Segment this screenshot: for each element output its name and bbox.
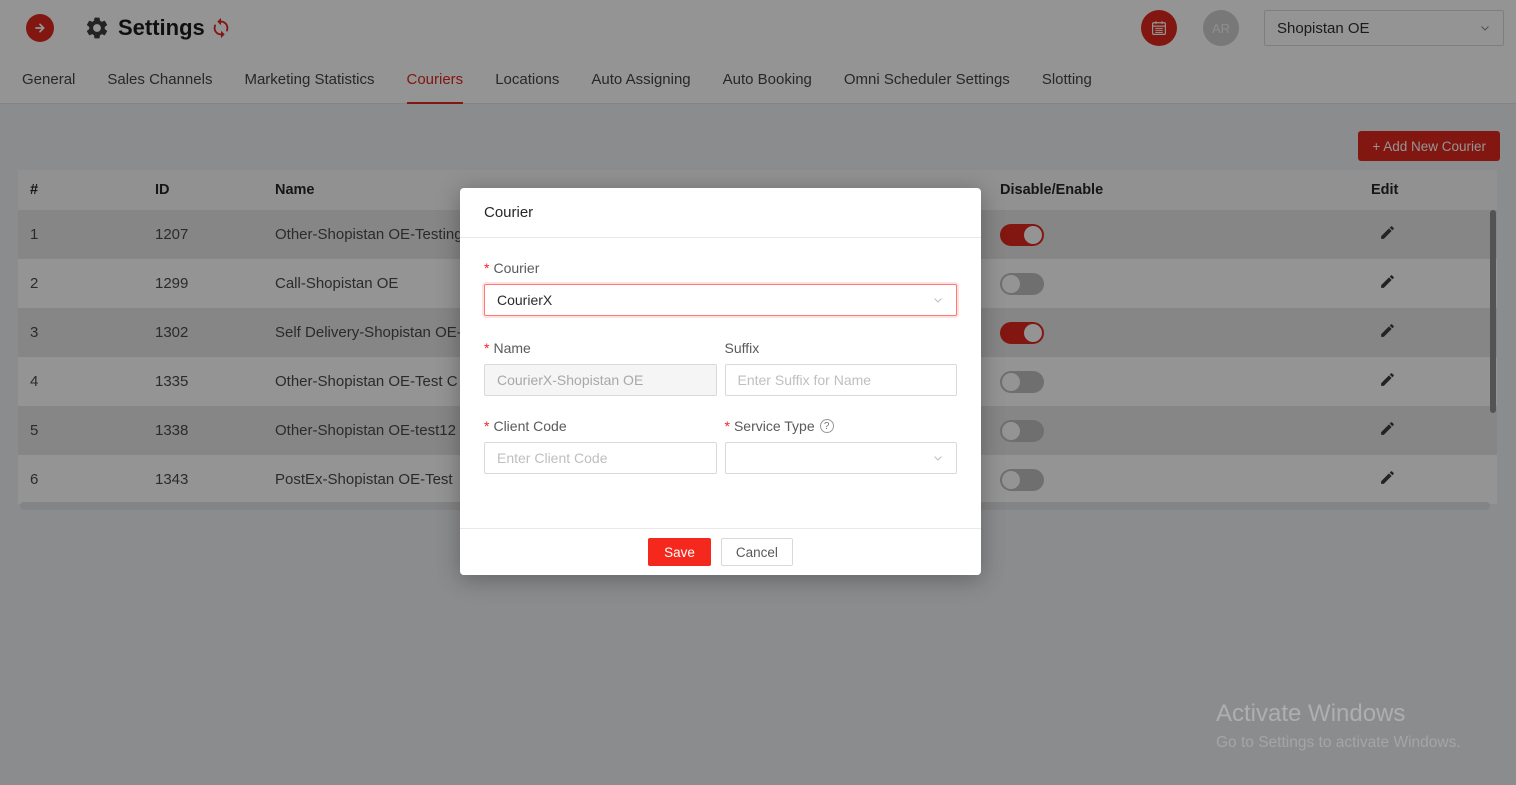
name-input[interactable] xyxy=(484,364,717,396)
service-type-field-label: Service Type xyxy=(725,418,958,434)
courier-field-label: Courier xyxy=(484,260,957,276)
cancel-button[interactable]: Cancel xyxy=(721,538,793,566)
required-asterisk xyxy=(484,260,489,276)
required-asterisk xyxy=(484,418,489,434)
save-button[interactable]: Save xyxy=(648,538,711,566)
suffix-field-label: Suffix xyxy=(725,340,958,356)
service-type-select[interactable] xyxy=(725,442,958,474)
chevron-down-icon xyxy=(932,452,944,464)
name-field-label: Name xyxy=(484,340,717,356)
chevron-down-icon xyxy=(932,294,944,306)
question-circle-icon[interactable] xyxy=(820,419,834,433)
modal-body: Courier CourierX Name Suffix xyxy=(460,238,981,474)
courier-modal: Courier Courier CourierX Name Suffix xyxy=(460,188,981,575)
courier-select[interactable]: CourierX xyxy=(484,284,957,316)
client-code-field-label: Client Code xyxy=(484,418,717,434)
required-asterisk xyxy=(725,418,730,434)
modal-footer: Save Cancel xyxy=(460,528,981,575)
modal-title: Courier xyxy=(460,188,981,238)
app-root: Settings AR Shopistan OE GeneralSales Ch… xyxy=(0,0,1516,785)
courier-select-value: CourierX xyxy=(497,292,552,308)
client-code-input[interactable] xyxy=(484,442,717,474)
required-asterisk xyxy=(484,340,489,356)
suffix-input[interactable] xyxy=(725,364,958,396)
